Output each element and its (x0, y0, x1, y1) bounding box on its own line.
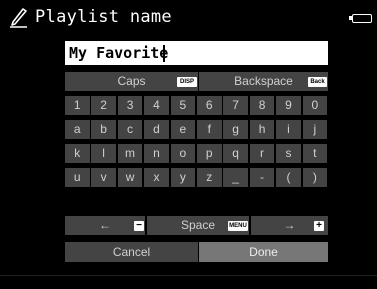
char-key[interactable]: 5 (170, 96, 196, 115)
char-key[interactable]: z (197, 168, 222, 187)
char-key[interactable]: 3 (117, 96, 143, 115)
char-key[interactable]: t (302, 144, 328, 163)
char-key[interactable]: p (197, 144, 222, 163)
char-key[interactable]: h (249, 120, 275, 139)
char-key[interactable]: x (144, 168, 169, 187)
minus-button-icon: − (134, 221, 144, 231)
char-key[interactable]: o (170, 144, 196, 163)
space-label: Space (180, 218, 216, 232)
char-key[interactable]: ) (302, 168, 328, 187)
battery-icon (352, 14, 372, 23)
space-key[interactable]: Space MENU (147, 216, 249, 235)
char-key[interactable]: q (223, 144, 248, 163)
menu-button-icon: MENU (228, 221, 248, 231)
char-key[interactable]: - (249, 168, 275, 187)
char-key[interactable]: _ (223, 168, 248, 187)
caps-label: Caps (117, 74, 146, 88)
char-key[interactable]: 6 (197, 96, 222, 115)
name-input[interactable]: My Favorite (65, 41, 328, 65)
title-bar: Playlist name (0, 0, 377, 36)
back-button-icon: Back (308, 77, 327, 87)
char-key[interactable]: 8 (249, 96, 275, 115)
disp-button-icon: DISP (177, 77, 197, 87)
char-key[interactable]: 0 (302, 96, 328, 115)
char-key[interactable]: l (91, 144, 116, 163)
char-key[interactable]: f (197, 120, 222, 139)
page-title: Playlist name (35, 7, 172, 27)
backspace-key[interactable]: Backspace Back (199, 72, 328, 91)
char-key[interactable]: g (223, 120, 248, 139)
char-key[interactable]: 4 (144, 96, 169, 115)
char-key[interactable]: i (276, 120, 301, 139)
cursor-right-label: → (283, 218, 296, 232)
char-key[interactable]: u (65, 168, 90, 187)
pen-icon (10, 8, 27, 28)
done-button[interactable]: Done (199, 242, 328, 262)
char-key[interactable]: a (65, 120, 90, 139)
char-key[interactable]: b (91, 120, 116, 139)
char-key[interactable]: ( (276, 168, 301, 187)
cursor-left-label: ← (99, 218, 111, 232)
char-key[interactable]: 1 (65, 96, 90, 115)
char-key[interactable]: d (144, 120, 169, 139)
char-key[interactable]: c (117, 120, 143, 139)
char-key[interactable]: v (91, 168, 116, 187)
char-key[interactable]: 9 (276, 96, 301, 115)
char-key[interactable]: s (276, 144, 301, 163)
char-key[interactable]: e (170, 120, 196, 139)
cancel-button[interactable]: Cancel (65, 242, 198, 262)
bottom-bar (0, 275, 377, 289)
char-key[interactable]: w (117, 168, 143, 187)
char-key[interactable]: k (65, 144, 90, 163)
char-key[interactable]: r (249, 144, 275, 163)
text-caret (163, 45, 165, 62)
cursor-right-key[interactable]: → + (251, 216, 328, 235)
char-key[interactable]: y (170, 168, 196, 187)
cursor-left-key[interactable]: ← − (65, 216, 145, 235)
caps-key[interactable]: Caps DISP (65, 72, 198, 91)
char-key[interactable]: n (144, 144, 169, 163)
plus-button-icon: + (314, 221, 324, 231)
char-key[interactable]: 7 (223, 96, 248, 115)
char-key[interactable]: 2 (91, 96, 116, 115)
backspace-label: Backspace (234, 74, 293, 88)
char-key[interactable]: j (302, 120, 328, 139)
name-input-value: My Favorite (69, 44, 169, 62)
char-key[interactable]: m (117, 144, 143, 163)
